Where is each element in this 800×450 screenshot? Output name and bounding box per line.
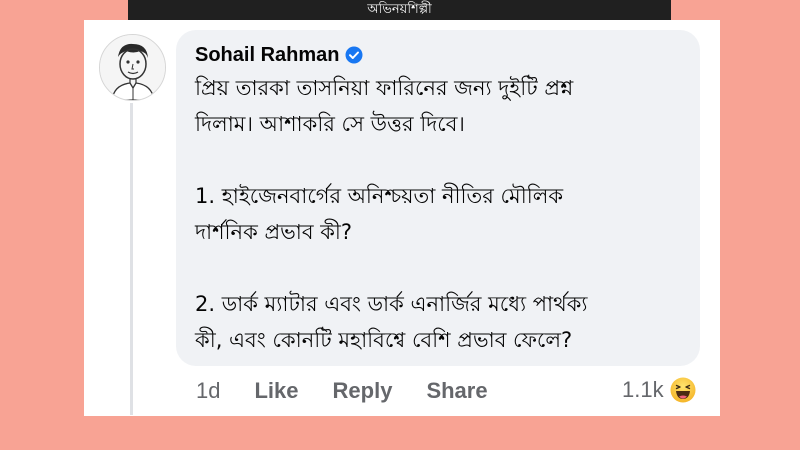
comment-line: দিলাম। আশাকরি সে উত্তর দিবে। [195,112,465,136]
verified-badge-icon [345,46,363,64]
author-row: Sohail Rahman [195,42,363,68]
like-button[interactable]: Like [254,378,298,404]
sketch-portrait-avatar-icon [100,35,165,100]
reaction-summary[interactable]: 1.1k [622,374,696,406]
comment-line: প্রিয় তারকা তাসনিয়া ফারিনের জন্য দুইটি… [195,76,574,100]
thread-line [130,103,133,415]
reply-button[interactable]: Reply [333,378,393,404]
comment-actions: 1d Like Reply Share [196,376,522,406]
comment-line: 2. ডার্ক ম্যাটার এবং ডার্ক এনার্জির মধ্য… [195,292,588,316]
comment-line: 1. হাইজেনবার্গের অনিশ্চয়তা নীতির মৌলিক [195,184,564,208]
comment-text: প্রিয় তারকা তাসনিয়া ফারিনের জন্য দুইটি… [195,70,693,358]
video-caption-strip: অভিনয়শিল্পী [128,0,671,20]
timestamp[interactable]: 1d [196,378,220,404]
comment-line: কী, এবং কোনটি মহাবিশ্বে বেশি প্রভাব ফেলে… [195,328,573,352]
avatar[interactable] [99,34,166,101]
top-caption: অভিনয়শিল্পী [367,2,432,17]
reaction-count: 1.1k [622,377,664,402]
haha-emoji-icon [670,377,696,403]
author-name[interactable]: Sohail Rahman [195,44,339,67]
comment-line: দার্শনিক প্রভাব কী? [195,220,353,244]
share-button[interactable]: Share [426,378,487,404]
